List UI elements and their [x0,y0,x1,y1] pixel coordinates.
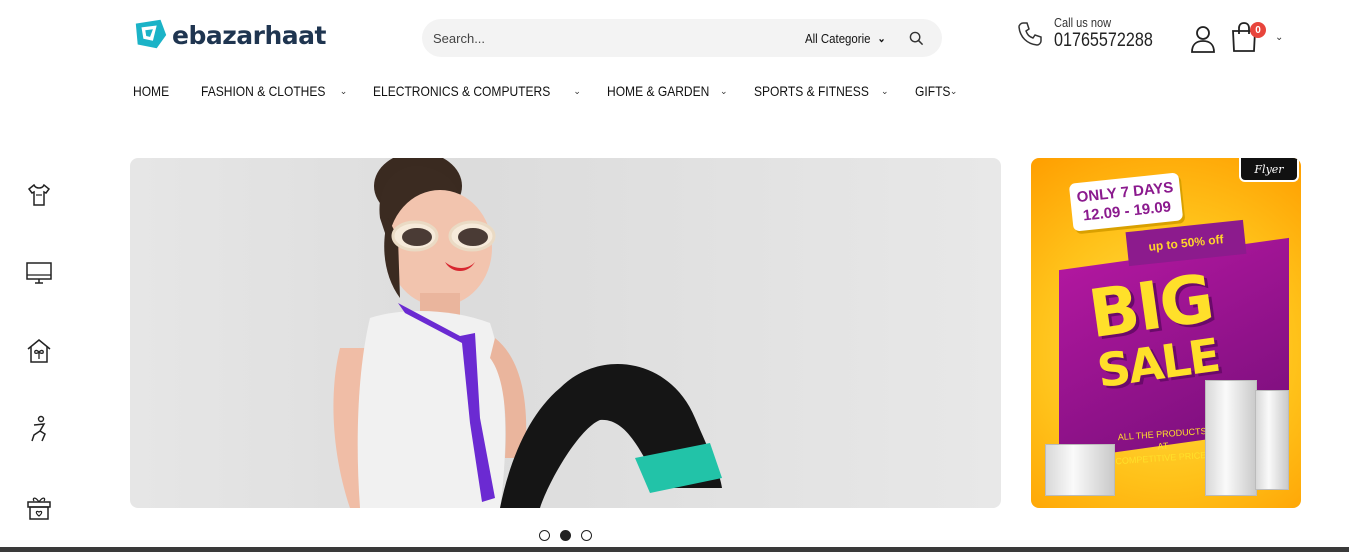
hero-slide-image [333,158,722,508]
slider-dot[interactable] [581,530,592,541]
phone-icon [1018,22,1042,46]
shopping-bag-image [1255,390,1289,490]
nav-item-home-garden[interactable]: HOME & GARDEN ⌄ [607,83,728,99]
chevron-down-icon: ⌄ [719,85,728,96]
cart-count-badge: 0 [1250,22,1266,38]
chevron-down-icon: ⌄ [949,85,958,96]
sale-banner[interactable]: Flyer ONLY 7 DAYS 12.09 - 19.09 up to 50… [1031,158,1301,508]
slider-pagination [539,530,592,541]
nav-label: ELECTRONICS & COMPUTERS [373,83,551,99]
category-select-label: All Categorie [805,30,871,46]
fitness-icon [31,415,46,442]
chevron-down-icon: ⌄ [339,85,348,96]
nav-item-sports[interactable]: SPORTS & FITNESS ⌄ [754,83,889,99]
nav-item-gifts[interactable]: GIFTS ⌄ [915,83,958,99]
main-nav: HOME FASHION & CLOTHES ⌄ ELECTRONICS & C… [133,83,983,99]
monitor-icon [26,262,52,284]
nav-label: FASHION & CLOTHES [201,83,326,99]
search-button[interactable] [906,28,926,48]
call-us[interactable]: Call us now 01765572288 [1016,16,1170,52]
nav-label: HOME & GARDEN [606,83,710,99]
search-input[interactable] [422,19,795,57]
slider-dot[interactable] [539,530,550,541]
nav-item-fashion[interactable]: FASHION & CLOTHES ⌄ [201,83,347,99]
house-plant-icon [27,339,51,363]
side-category-electronics[interactable] [24,258,54,288]
call-label: Call us now [1054,15,1112,30]
side-category-sports[interactable] [24,414,54,444]
side-category-fashion[interactable] [24,180,54,210]
category-select[interactable]: All Categorie ⌄ [805,31,886,46]
user-icon [1191,26,1215,53]
chevron-down-icon: ⌄ [573,85,581,96]
tshirt-icon [27,183,51,206]
account-button[interactable] [1190,25,1216,58]
site-logo[interactable]: ebazarhaat [132,16,326,54]
side-category-home-garden[interactable] [24,336,54,366]
side-category-bar [24,180,54,522]
slider-dot-active[interactable] [560,530,571,541]
nav-item-home[interactable]: HOME [133,83,175,99]
logo-text: ebazarhaat [172,20,326,50]
gift-icon [27,497,51,520]
search-bar: All Categorie ⌄ [422,19,942,57]
bottom-bar [0,547,1349,552]
nav-label: HOME [133,83,170,99]
nav-label: SPORTS & FITNESS [753,83,869,99]
logo-mark-icon [135,19,167,49]
banner-only-days: ONLY 7 DAYS 12.09 - 19.09 [1068,172,1184,232]
side-category-gifts[interactable] [24,492,54,522]
chevron-down-icon: ⌄ [881,85,889,96]
hero-slider[interactable] [130,158,1001,508]
banner-note: ALL THE PRODUCTS AT COMPETITIVE PRICES [1112,425,1214,468]
nav-item-electronics[interactable]: ELECTRONICS & COMPUTERS ⌄ [373,83,581,99]
search-icon [909,31,923,45]
shopping-bag-image [1045,444,1115,496]
flyer-tag: Flyer [1239,158,1299,182]
chevron-down-icon[interactable]: ⌄ [1275,32,1283,43]
chevron-down-icon: ⌄ [877,32,886,45]
shopping-bag-image [1205,380,1257,496]
nav-label: GIFTS [914,83,951,99]
phone-number: 01765572288 [1054,30,1153,51]
